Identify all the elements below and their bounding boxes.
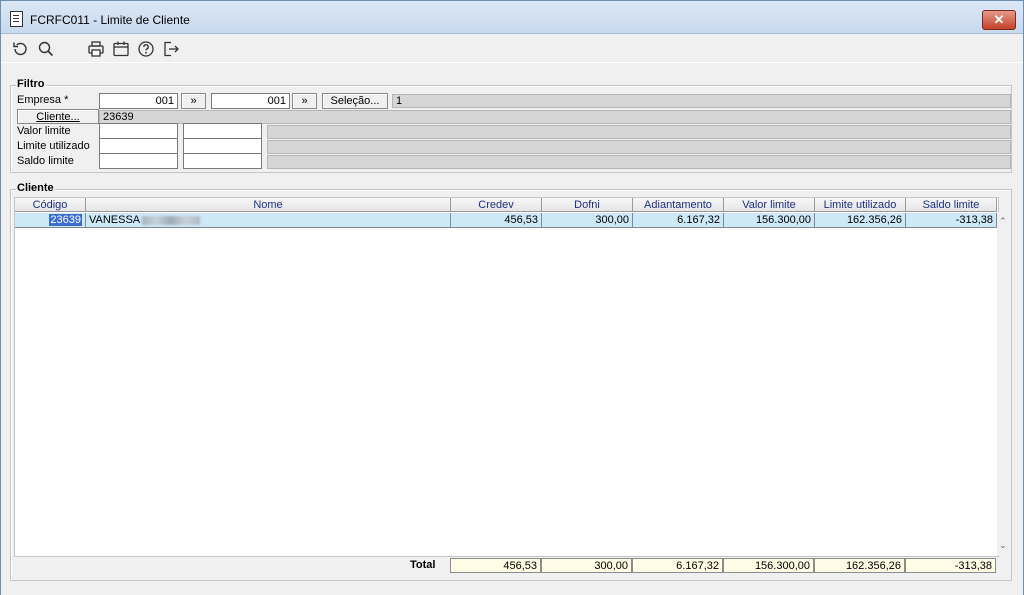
cell-dofni[interactable]: 300,00: [542, 213, 633, 228]
col-header-adiantamento[interactable]: Adiantamento: [633, 198, 724, 212]
grid-scrollbar[interactable]: ⌃ ⌄: [997, 212, 1010, 555]
total-saldo-limite: -313,38: [905, 558, 996, 573]
col-header-dofni[interactable]: Dofni: [542, 198, 633, 212]
total-credev: 456,53: [450, 558, 541, 573]
cell-codigo-value: 23639: [49, 214, 82, 226]
total-dofni: 300,00: [541, 558, 632, 573]
total-valor-limite: 156.300,00: [723, 558, 814, 573]
limite-utilizado-to-field[interactable]: [183, 138, 262, 154]
valor-limite-to-field[interactable]: [183, 123, 262, 139]
scroll-down-icon[interactable]: ⌄: [999, 540, 1007, 551]
col-header-codigo[interactable]: Código: [15, 198, 86, 212]
cell-nome[interactable]: VANESSA: [86, 213, 451, 228]
exit-icon[interactable]: [162, 40, 180, 58]
filtro-legend: Filtro: [16, 78, 46, 90]
cell-saldo-limite[interactable]: -313,38: [906, 213, 997, 228]
cliente-legend: Cliente: [16, 182, 55, 194]
col-header-limite-utilizado[interactable]: Limite utilizado: [815, 198, 906, 212]
col-header-nome[interactable]: Nome: [86, 198, 451, 212]
cell-codigo[interactable]: 23639: [15, 213, 86, 228]
selecao-button[interactable]: Seleção...: [322, 93, 388, 109]
cliente-value: 23639: [99, 110, 1011, 124]
limite-utilizado-ro: [267, 140, 1011, 154]
selecao-value: 1: [392, 94, 1011, 108]
col-header-valor-limite[interactable]: Valor limite: [724, 198, 815, 212]
limite-utilizado-label: Limite utilizado: [17, 140, 90, 152]
total-limite-utilizado: 162.356,26: [814, 558, 905, 573]
saldo-limite-ro: [267, 155, 1011, 169]
empresa-label: Empresa *: [17, 94, 69, 106]
table-row[interactable]: 23639 VANESSA 456,53 300,00 6.167,32 156…: [15, 213, 998, 228]
close-button[interactable]: ✕: [982, 10, 1016, 30]
limite-utilizado-from-field[interactable]: [99, 138, 178, 154]
main-window: FCRFC011 - Limite de Cliente ✕ Filtro Em…: [0, 0, 1024, 595]
cliente-grid[interactable]: Código Nome Credev Dofni Adiantamento Va…: [14, 197, 999, 557]
help-icon[interactable]: [137, 40, 155, 58]
redacted-text: [142, 215, 201, 225]
cell-valor-limite[interactable]: 156.300,00: [724, 213, 815, 228]
cell-credev[interactable]: 456,53: [451, 213, 542, 228]
total-adiantamento: 6.167,32: [632, 558, 723, 573]
valor-limite-ro: [267, 125, 1011, 139]
document-icon: [10, 11, 23, 27]
title-bar: FCRFC011 - Limite de Cliente ✕: [1, 1, 1023, 34]
cell-limite-utilizado[interactable]: 162.356,26: [815, 213, 906, 228]
cell-adiantamento[interactable]: 6.167,32: [633, 213, 724, 228]
totals-row: Total 456,53 300,00 6.167,32 156.300,00 …: [1, 558, 1023, 574]
saldo-limite-to-field[interactable]: [183, 153, 262, 169]
window-title: FCRFC011 - Limite de Cliente: [30, 13, 190, 27]
undo-icon[interactable]: [11, 40, 29, 58]
empresa-from-lookup-button[interactable]: »: [181, 93, 206, 109]
scroll-up-icon[interactable]: ⌃: [999, 216, 1007, 227]
col-header-credev[interactable]: Credev: [451, 198, 542, 212]
print-icon[interactable]: [87, 40, 105, 58]
calendar-icon[interactable]: [112, 40, 130, 58]
valor-limite-label: Valor limite: [17, 125, 71, 137]
col-header-saldo-limite[interactable]: Saldo limite: [906, 198, 997, 212]
valor-limite-from-field[interactable]: [99, 123, 178, 139]
total-label: Total: [410, 559, 436, 571]
toolbar: [1, 34, 1023, 62]
cliente-button[interactable]: Cliente...: [17, 109, 99, 124]
cell-nome-value: VANESSA: [89, 214, 141, 226]
search-icon[interactable]: [37, 40, 55, 58]
saldo-limite-from-field[interactable]: [99, 153, 178, 169]
empresa-from-field[interactable]: 001: [99, 93, 178, 109]
empresa-to-lookup-button[interactable]: »: [292, 93, 317, 109]
saldo-limite-label: Saldo limite: [17, 155, 74, 167]
empresa-to-field[interactable]: 001: [211, 93, 290, 109]
grid-header: Código Nome Credev Dofni Adiantamento Va…: [15, 198, 998, 212]
